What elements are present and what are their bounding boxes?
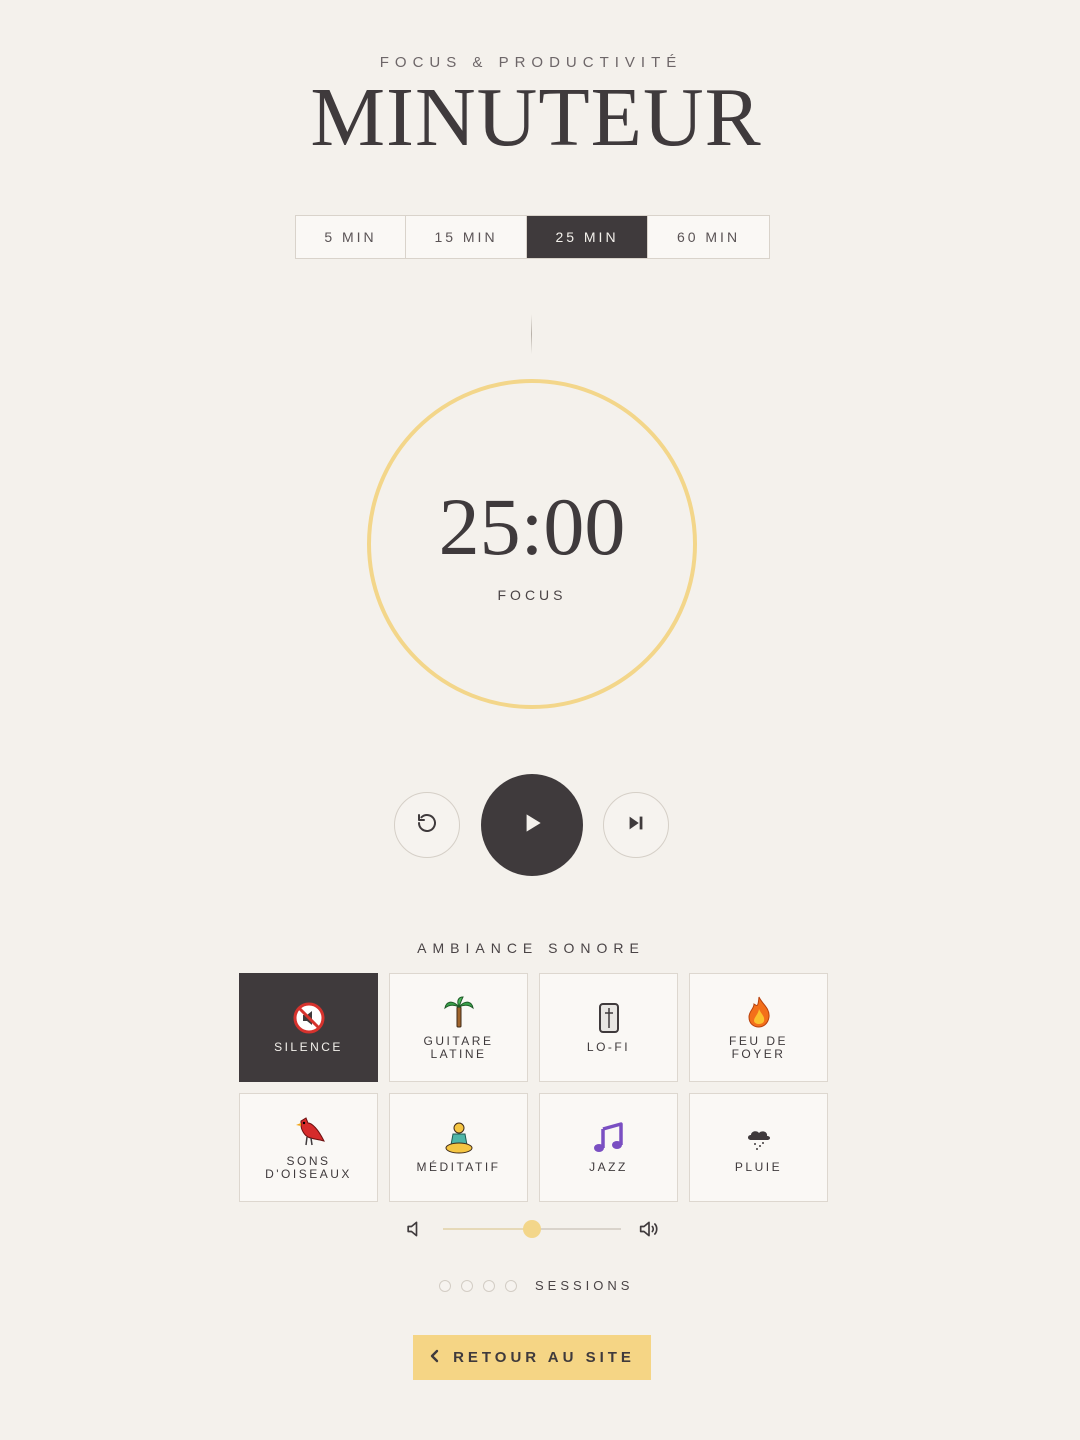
ambiance-tile-label: SILENCE [274,1040,343,1054]
timer-display: 25:00 [438,481,626,572]
reset-icon [415,811,439,840]
skip-next-icon [625,812,647,839]
duration-selector: 5 MIN 15 MIN 25 MIN 60 MIN [295,215,770,259]
ambiance-tile-label: GUITARE LATINE [423,1033,494,1061]
duration-15-button[interactable]: 15 MIN [406,216,527,258]
page-eyebrow: FOCUS & PRODUCTIVITÉ [379,54,683,71]
sessions-label: SESSIONS [535,1278,634,1293]
rain-cloud-icon [742,1121,776,1155]
back-to-site-button[interactable]: RETOUR AU SITE [413,1335,651,1380]
play-icon [519,810,545,841]
reset-button[interactable] [394,792,460,858]
volume-slider-knob[interactable] [523,1220,541,1238]
muted-speaker-icon [292,1001,326,1035]
ambiance-tile-pluie[interactable]: PLUIE [689,1093,828,1202]
ambiance-tile-feu-de-foyer[interactable]: FEU DE FOYER [689,973,828,1082]
bird-icon [292,1115,326,1149]
radio-icon [592,1001,626,1035]
fire-icon [742,995,776,1029]
volume-low-icon[interactable] [404,1219,424,1244]
chevron-left-icon [429,1349,439,1367]
session-dot [483,1279,495,1292]
session-dot [461,1279,473,1292]
ambiance-tile-label: FEU DE FOYER [728,1033,788,1061]
ambiance-tile-label: JAZZ [589,1160,628,1174]
ambiance-tile-label: SONS D'OISEAUX [265,1153,352,1181]
timer-phase-label: FOCUS [497,587,567,603]
meditation-icon [442,1121,476,1155]
music-note-icon [592,1121,626,1155]
ambiance-tile-silence[interactable]: SILENCE [239,973,378,1082]
ambiance-tile-jazz[interactable]: JAZZ [539,1093,678,1202]
volume-slider-fill [443,1228,532,1230]
duration-5-button[interactable]: 5 MIN [296,216,406,258]
session-dot [439,1279,451,1292]
ambiance-grid: SILENCE GUITARE LATINE LO-FI FEU DE FOYE… [239,973,828,1202]
session-dot [505,1279,517,1292]
skip-button[interactable] [603,792,669,858]
ambiance-tile-label: LO-FI [586,1040,631,1054]
duration-25-button[interactable]: 25 MIN [527,216,648,258]
ambiance-tile-lo-fi[interactable]: LO-FI [539,973,678,1082]
palm-tree-icon [442,995,476,1029]
sessions-indicator: SESSIONS [439,1278,633,1293]
ambiance-tile-label: MÉDITATIF [416,1160,501,1174]
timer-tick-marker [531,314,532,354]
ambiance-tile-sons-d-oiseaux[interactable]: SONS D'OISEAUX [239,1093,378,1202]
ambiance-tile-meditatif[interactable]: MÉDITATIF [389,1093,528,1202]
back-to-site-label: RETOUR AU SITE [453,1349,635,1366]
play-button[interactable] [481,774,583,876]
ambiance-tile-guitare-latine[interactable]: GUITARE LATINE [389,973,528,1082]
page-title: MINUTEUR [310,71,762,164]
volume-high-icon[interactable] [638,1219,660,1244]
ambiance-section-label: AMBIANCE SONORE [417,940,645,956]
ambiance-tile-label: PLUIE [734,1160,783,1174]
duration-60-button[interactable]: 60 MIN [648,216,769,258]
volume-slider[interactable] [443,1220,621,1238]
